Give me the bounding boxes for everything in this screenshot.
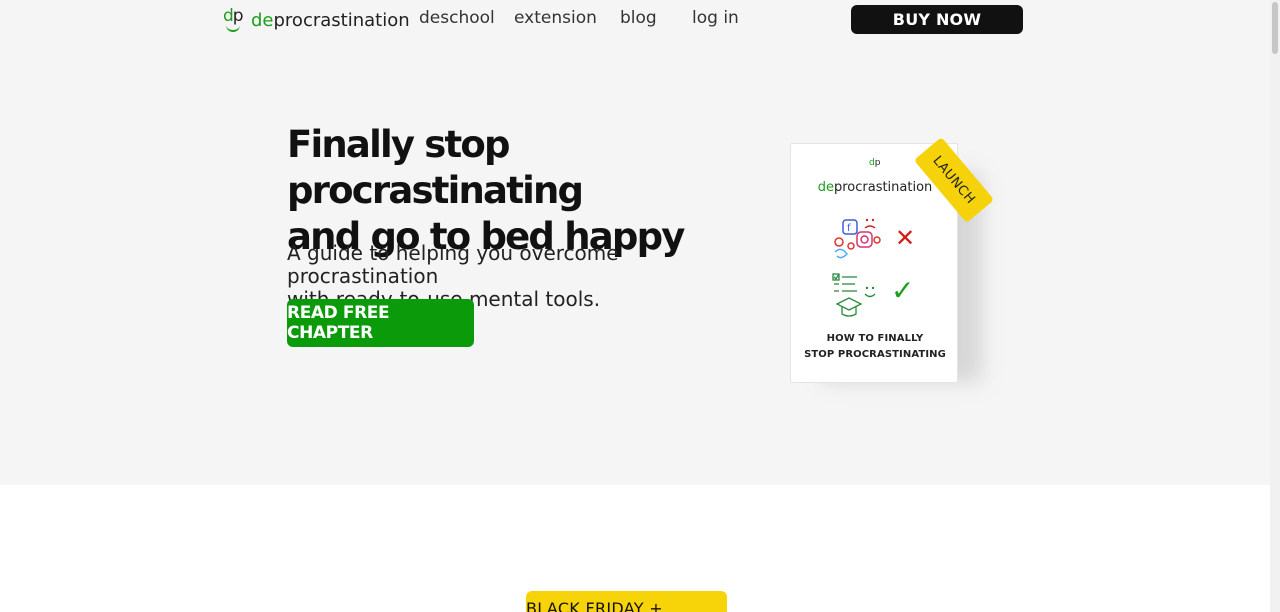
scrollbar[interactable] <box>1270 0 1280 612</box>
nav-link-log-in[interactable]: log in <box>692 8 739 28</box>
cross-icon: ✕ <box>895 224 916 252</box>
book-title: HOW TO FINALLY STOP PROCRASTINATING <box>804 333 946 360</box>
productivity-icon <box>832 273 876 317</box>
hero-title: Finally stop procrastinating and go to b… <box>287 123 685 258</box>
site-logo[interactable]: dp deprocrastination <box>223 6 410 34</box>
hero-section: Finally stop procrastinating and go to b… <box>0 40 1270 485</box>
scrollbar-thumb[interactable] <box>1272 2 1278 54</box>
nav-link-blog[interactable]: blog <box>620 8 657 28</box>
svg-text:f: f <box>847 223 851 234</box>
black-friday-badge: BLACK FRIDAY + LAUNCH <box>526 591 727 612</box>
book-dp-logo-icon: dp <box>869 158 881 168</box>
social-media-distractions-icon: f <box>834 218 881 259</box>
logo-wordmark: deprocrastination <box>251 9 410 31</box>
nav-link-deschool[interactable]: deschool <box>419 8 495 28</box>
check-icon: ✓ <box>891 274 915 307</box>
buy-now-button[interactable]: BUY NOW <box>851 5 1023 34</box>
read-free-chapter-button[interactable]: READ FREE CHAPTER <box>287 299 474 347</box>
dp-logo-icon: dp <box>223 6 245 34</box>
site-header: dp deprocrastination deschool extension … <box>0 0 1270 40</box>
nav-link-extension[interactable]: extension <box>514 8 597 28</box>
